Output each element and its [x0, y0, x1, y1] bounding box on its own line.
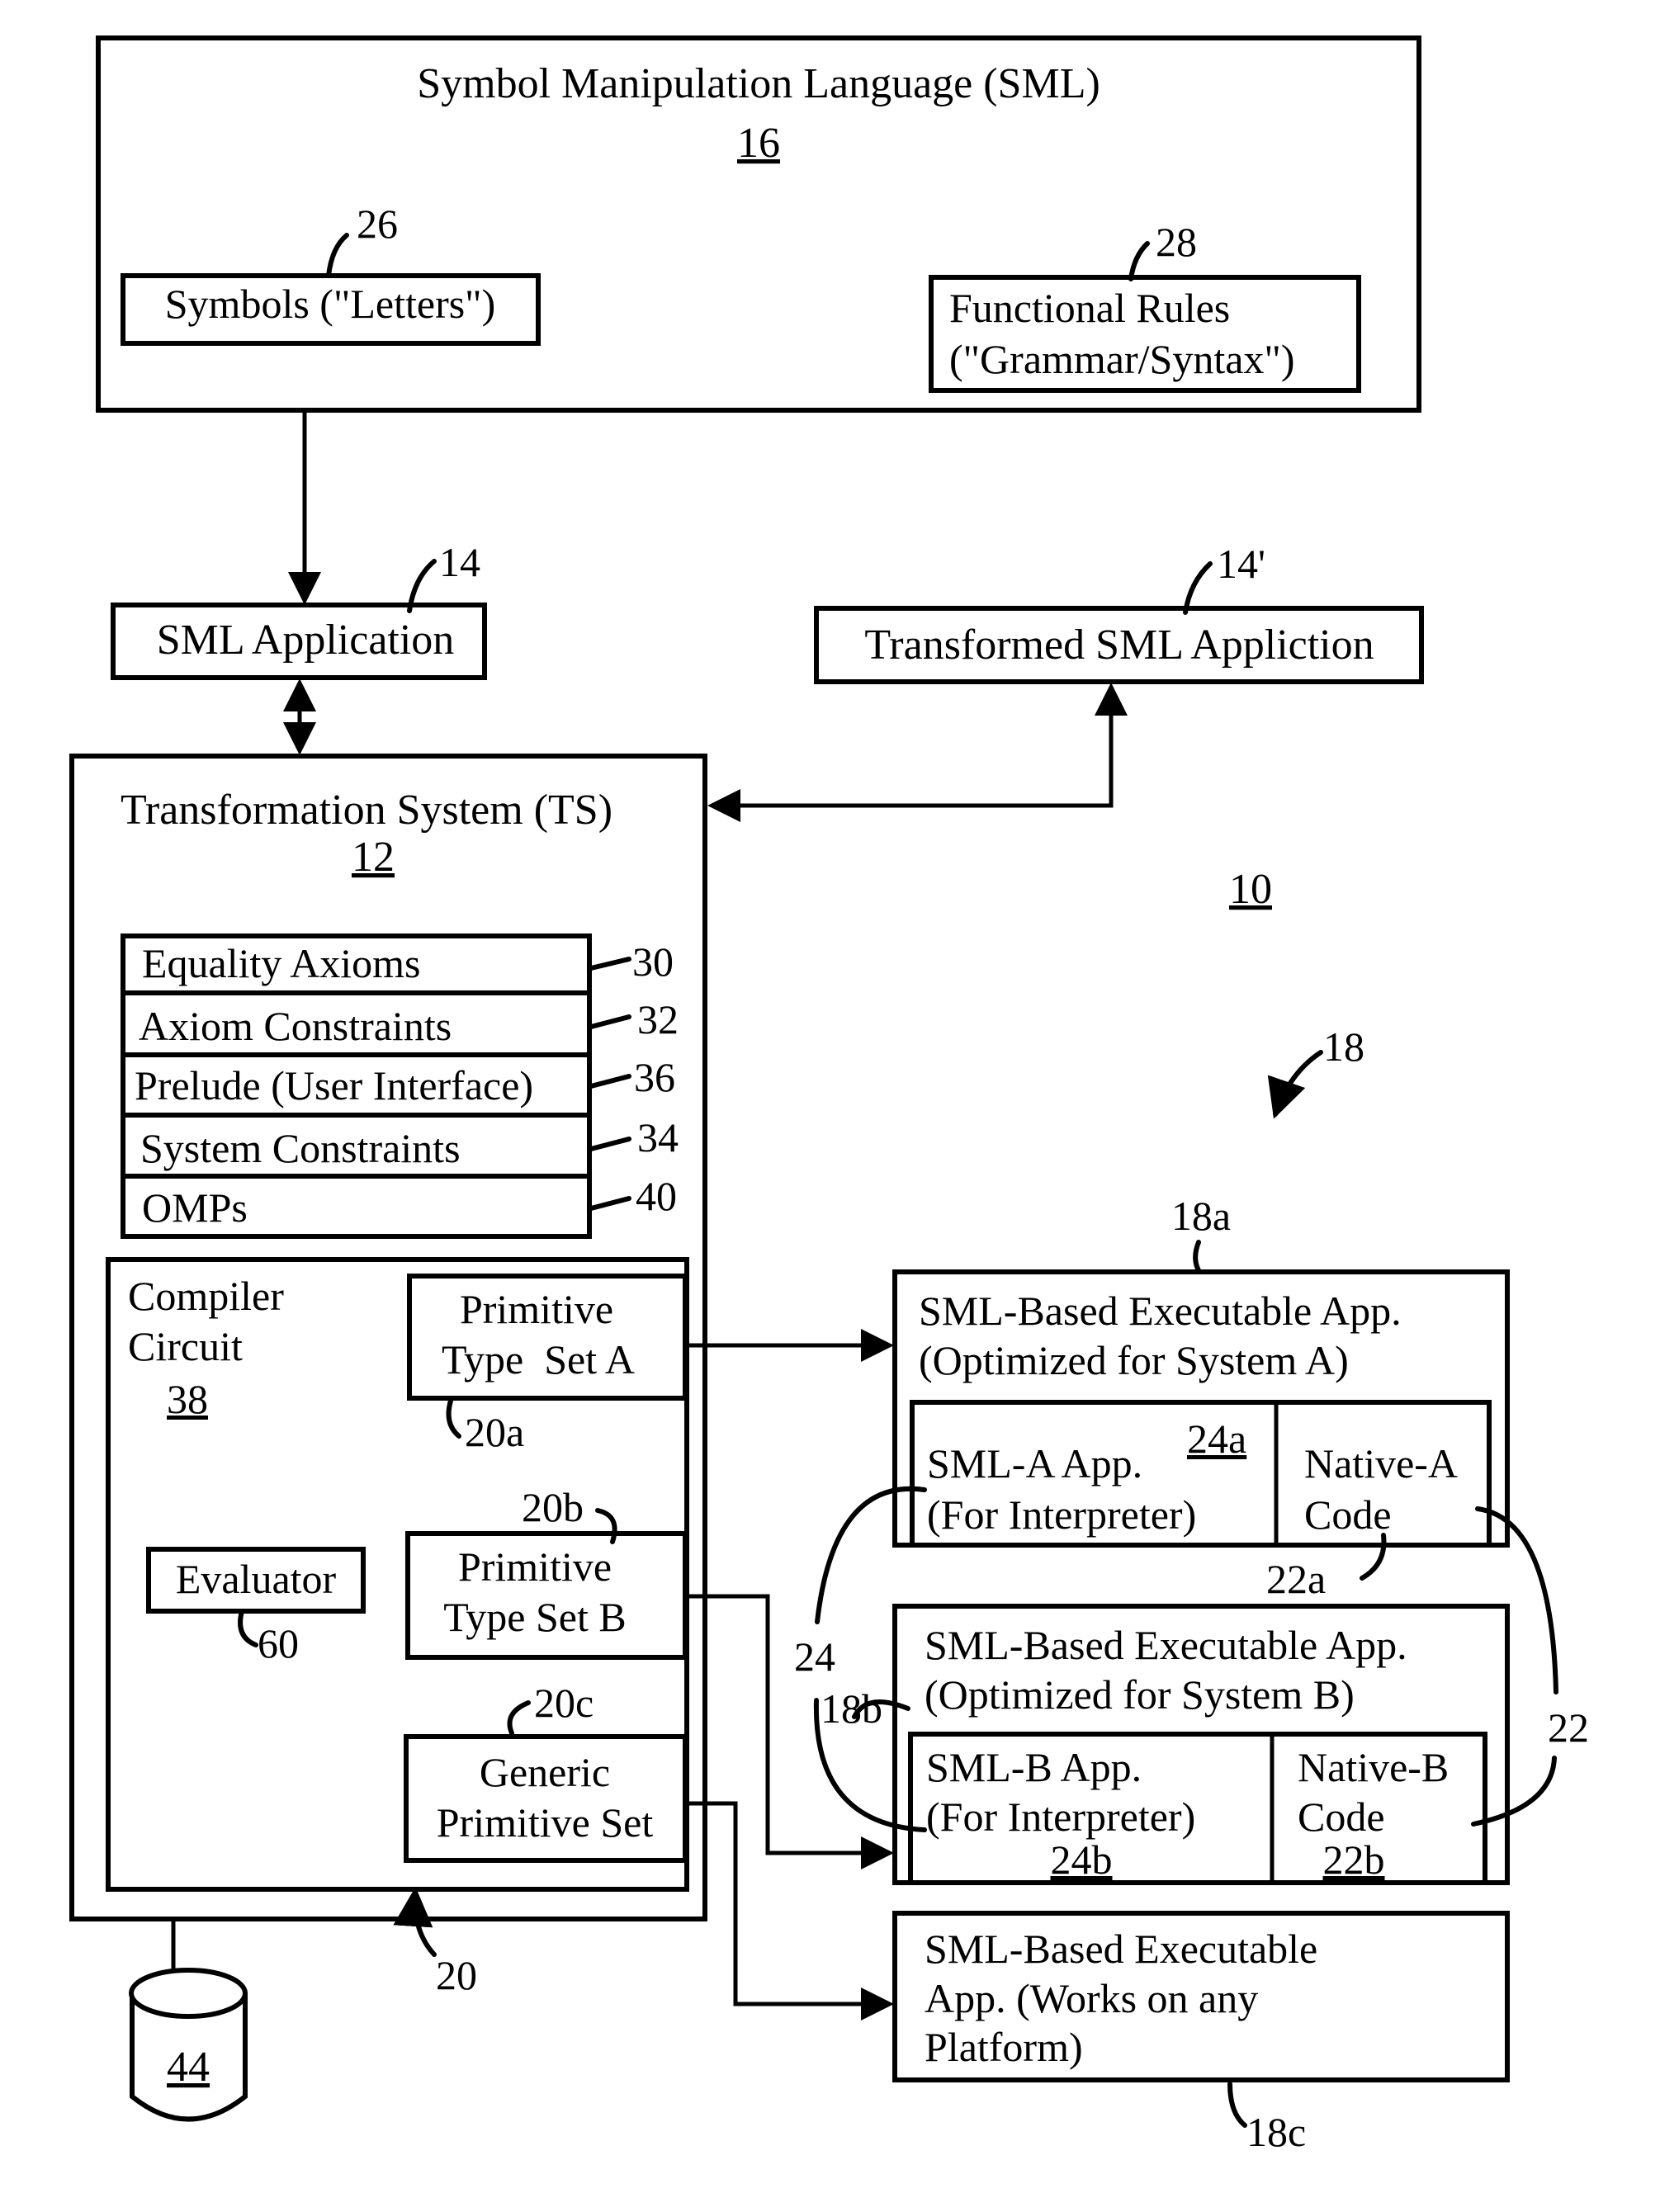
compiler-line2: Circuit: [128, 1323, 243, 1369]
ref-20a: 20a: [465, 1409, 524, 1455]
native-b-line2: Code: [1298, 1794, 1385, 1840]
sml-title: Symbol Manipulation Language (SML): [417, 60, 1100, 107]
transformed-application-label: Transformed SML Appliction: [864, 622, 1374, 669]
pts-a-line2: Type Set A: [442, 1336, 635, 1382]
evaluator-label: Evaluator: [176, 1556, 337, 1602]
system-ref-10: 10: [1229, 866, 1272, 913]
pts-b-line2: Type Set B: [443, 1594, 626, 1640]
transformation-system-box: Transformation System (TS) 12 Equality A…: [69, 754, 707, 1998]
ref-36: 36: [634, 1054, 675, 1100]
sml-b-line2: (For Interpreter): [926, 1794, 1195, 1840]
ref-18b: 18b: [821, 1685, 882, 1732]
app-b-line1: SML-Based Executable App.: [925, 1622, 1407, 1668]
app-c-line3: Platform): [925, 2024, 1083, 2070]
patent-diagram: Symbol Manipulation Language (SML) 16 Sy…: [69, 35, 1589, 2155]
database-top: [129, 1968, 248, 2019]
ref-40: 40: [636, 1173, 677, 1219]
sml-box: Symbol Manipulation Language (SML) 16 Sy…: [96, 35, 1421, 413]
database-44: 44: [129, 1919, 248, 2122]
ref-26: 26: [357, 201, 398, 247]
ref-28: 28: [1156, 219, 1197, 265]
app-a-line1: SML-Based Executable App.: [919, 1288, 1402, 1334]
ref-20c: 20c: [534, 1680, 594, 1726]
ref-30: 30: [632, 938, 674, 985]
ref-14-prime: 14': [1217, 541, 1265, 587]
generic-line2: Primitive Set: [437, 1799, 654, 1846]
compiler-circuit-box: Compiler Circuit 38 Primitive Type Set A…: [106, 1257, 689, 1892]
ref-18c: 18c: [1246, 2109, 1306, 2155]
generic-line1: Generic: [480, 1749, 610, 1795]
pts-b-line1: Primitive: [458, 1543, 612, 1590]
sml-a-line1: SML-A App.: [927, 1440, 1142, 1486]
ref-22a: 22a: [1266, 1556, 1326, 1602]
ref-22b: 22b: [1323, 1836, 1385, 1883]
app-c-line1: SML-Based Executable: [925, 1926, 1317, 1972]
ref-22: 22: [1548, 1704, 1589, 1751]
executable-app-c: SML-Based Executable App. (Works on any …: [892, 1911, 1510, 2155]
native-a-line1: Native-A: [1304, 1440, 1458, 1486]
component-omps: OMPs: [142, 1184, 248, 1231]
pts-a-line1: Primitive: [460, 1286, 613, 1332]
ref-32: 32: [637, 996, 679, 1042]
executable-app-b: SML-Based Executable App. (Optimized for…: [821, 1604, 1510, 1885]
leader-line-14-prime: [1183, 561, 1213, 615]
ref-18: 18: [1323, 1023, 1364, 1070]
functional-rules-line2: ("Grammar/Syntax"): [949, 336, 1294, 382]
sml-ref: 16: [737, 120, 780, 167]
sml-b-line1: SML-B App.: [926, 1744, 1142, 1790]
ref-14: 14: [439, 539, 480, 585]
app-c-line2: App. (Works on any: [925, 1975, 1258, 2021]
ref-18a: 18a: [1171, 1193, 1231, 1239]
ref-34: 34: [637, 1114, 679, 1160]
compiler-ref: 38: [167, 1376, 208, 1422]
component-prelude: Prelude (User Interface): [135, 1062, 533, 1108]
component-equality-axioms: Equality Axioms: [142, 940, 421, 986]
native-b-line1: Native-B: [1298, 1744, 1449, 1790]
ts-ref: 12: [352, 834, 395, 881]
component-system-constraints: System Constraints: [140, 1125, 461, 1171]
sml-application-box: SML Application 14: [111, 539, 487, 680]
ref-24a: 24a: [1187, 1416, 1246, 1462]
leader-arrow-18: [1267, 1050, 1323, 1119]
ref-20: 20: [436, 1952, 477, 1998]
database-ref: 44: [167, 2044, 210, 2091]
ref-24b: 24b: [1051, 1836, 1113, 1883]
symbols-label: Symbols ("Letters"): [165, 281, 496, 327]
executable-app-a: 18a SML-Based Executable App. (Optimized…: [892, 1193, 1510, 1602]
arrow-generic-to-app-c: [685, 1801, 894, 2021]
leader-line-18c: [1227, 2082, 1247, 2128]
transformed-application-box: Transformed SML Appliction 14': [814, 541, 1424, 684]
compiler-line1: Compiler: [128, 1273, 284, 1319]
sml-application-label: SML Application: [157, 617, 455, 664]
native-a-line2: Code: [1304, 1491, 1392, 1538]
ref-20b: 20b: [522, 1484, 584, 1530]
arrow-ts-transformed: [707, 683, 1128, 822]
component-axiom-constraints: Axiom Constraints: [139, 1003, 452, 1049]
ref-24: 24: [794, 1633, 835, 1680]
ts-title: Transformation System (TS): [121, 787, 612, 834]
functional-rules-line1: Functional Rules: [949, 285, 1230, 331]
ref-60: 60: [258, 1620, 299, 1666]
app-b-line2: (Optimized for System B): [925, 1671, 1355, 1718]
sml-a-line2: (For Interpreter): [927, 1491, 1196, 1538]
app-a-line2: (Optimized for System A): [919, 1337, 1349, 1383]
